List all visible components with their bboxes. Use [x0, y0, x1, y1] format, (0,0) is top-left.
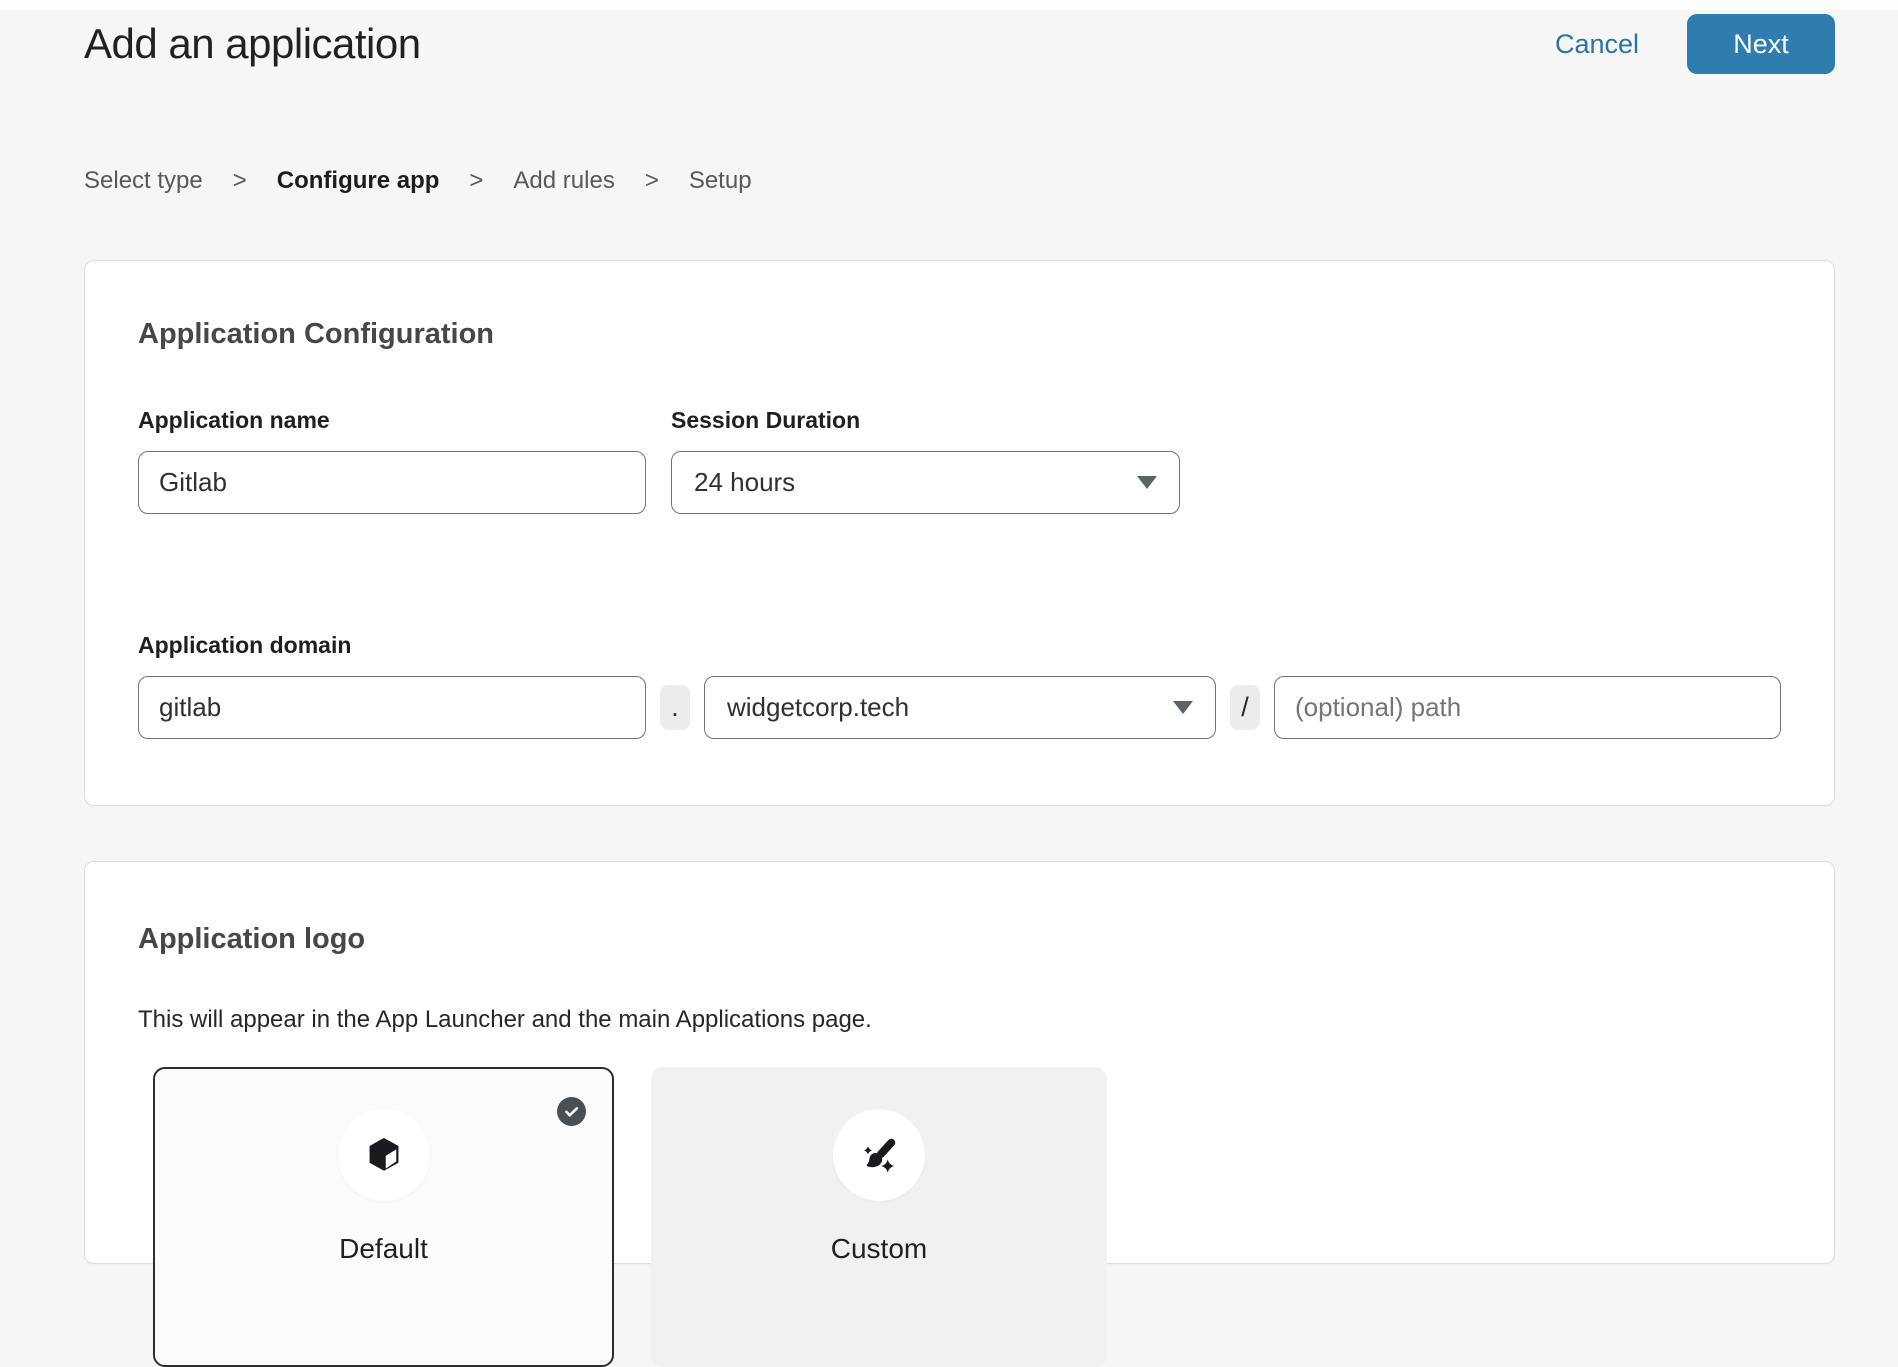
header-actions: Cancel Next	[1555, 14, 1835, 74]
application-logo-heading: Application logo	[138, 922, 1781, 957]
application-configuration-card: Application Configuration Application na…	[84, 260, 1835, 806]
application-configuration-heading: Application Configuration	[138, 317, 1781, 352]
cancel-button[interactable]: Cancel	[1555, 29, 1639, 60]
application-name-label: Application name	[138, 406, 646, 434]
check-icon	[557, 1097, 586, 1126]
cube-icon	[338, 1109, 430, 1201]
name-duration-row: Application name Session Duration 24 hou…	[138, 406, 1781, 514]
breadcrumb-separator: >	[469, 167, 483, 195]
logo-option-default[interactable]: Default	[153, 1067, 614, 1367]
page-header: Add an application Cancel Next	[84, 12, 1835, 76]
session-duration-select[interactable]: 24 hours	[671, 451, 1180, 514]
breadcrumb-separator: >	[645, 167, 659, 195]
application-logo-description: This will appear in the App Launcher and…	[138, 1005, 1781, 1035]
subdomain-input[interactable]	[138, 676, 646, 739]
session-duration-value: 24 hours	[694, 467, 795, 498]
path-input[interactable]	[1274, 676, 1781, 739]
add-application-page: Add an application Cancel Next Select ty…	[0, 0, 1898, 1264]
session-duration-label: Session Duration	[671, 406, 1180, 434]
next-button[interactable]: Next	[1687, 14, 1835, 74]
logo-option-label: Custom	[831, 1233, 927, 1265]
chevron-down-icon	[1173, 701, 1193, 714]
page-title: Add an application	[84, 20, 421, 68]
domain-select-value: widgetcorp.tech	[727, 692, 909, 723]
logo-options: Default Custom	[153, 1067, 1781, 1367]
application-domain-label: Application domain	[138, 631, 1781, 659]
logo-option-label: Default	[339, 1233, 428, 1265]
session-duration-field: Session Duration 24 hours	[671, 406, 1180, 514]
dot-separator: .	[660, 685, 690, 730]
breadcrumb: Select type > Configure app > Add rules …	[84, 167, 1835, 195]
domain-select[interactable]: widgetcorp.tech	[704, 676, 1216, 739]
paintbrush-icon	[833, 1109, 925, 1201]
breadcrumb-step-select-type[interactable]: Select type	[84, 167, 203, 195]
logo-option-custom[interactable]: Custom	[651, 1067, 1107, 1367]
chevron-down-icon	[1137, 476, 1157, 489]
application-name-input[interactable]	[138, 451, 646, 514]
application-logo-card: Application logo This will appear in the…	[84, 861, 1835, 1264]
application-domain-row: . widgetcorp.tech /	[138, 676, 1781, 739]
slash-separator: /	[1230, 685, 1260, 730]
breadcrumb-step-setup[interactable]: Setup	[689, 167, 752, 195]
application-name-field: Application name	[138, 406, 646, 514]
breadcrumb-step-add-rules[interactable]: Add rules	[513, 167, 614, 195]
breadcrumb-step-configure-app[interactable]: Configure app	[277, 167, 440, 195]
breadcrumb-separator: >	[233, 167, 247, 195]
